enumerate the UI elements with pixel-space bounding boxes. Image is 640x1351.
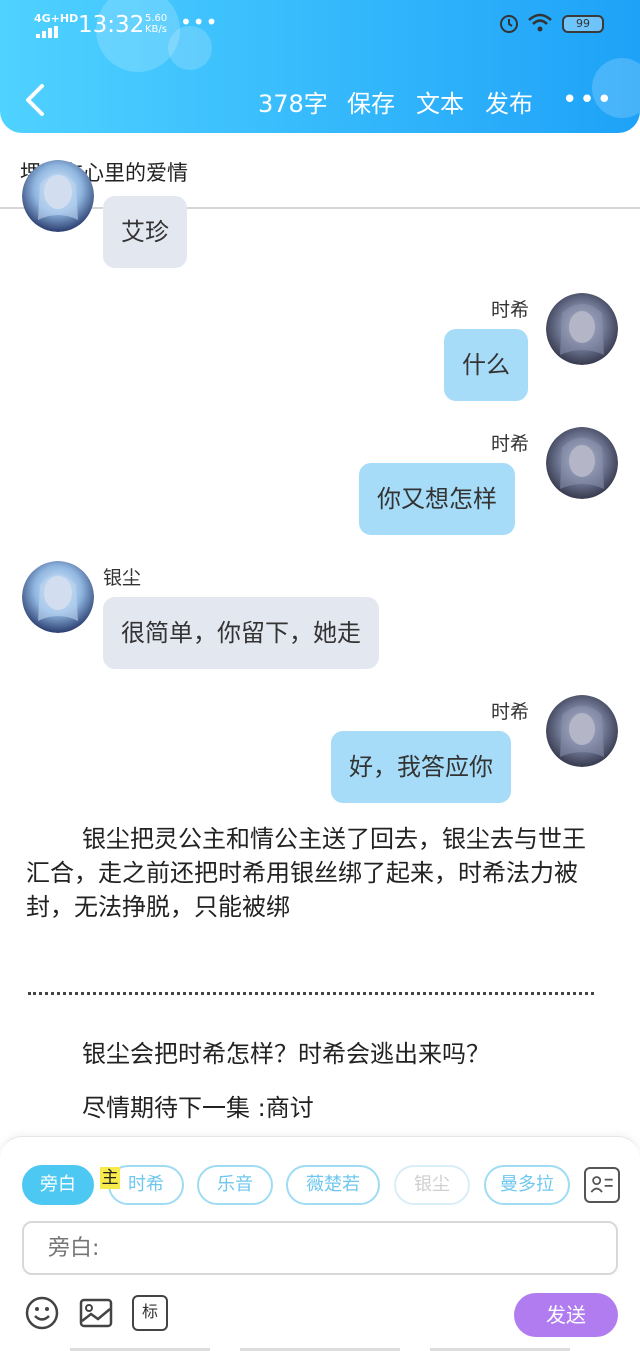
speaker-name: 银尘 <box>103 567 142 589</box>
message-bubble-right[interactable]: 好，我答应你 <box>331 731 511 803</box>
send-button[interactable]: 发送 <box>514 1293 618 1337</box>
wifi-icon <box>528 13 552 32</box>
save-button[interactable]: 保存 <box>347 84 395 119</box>
status-bar: 4G+HD 13:32 5.60 KB/s ••• 99 <box>0 10 640 44</box>
tag-button[interactable]: 标 <box>132 1295 168 1331</box>
speaker-name: 时希 <box>491 433 530 455</box>
alarm-icon <box>500 15 518 33</box>
message-bubble-left[interactable]: 很简单，你留下，她走 <box>103 597 379 669</box>
message-input[interactable] <box>22 1221 618 1275</box>
emoji-icon[interactable] <box>24 1295 60 1331</box>
separator-dotted <box>28 992 594 995</box>
speaker-name: 时希 <box>491 701 530 723</box>
avatar-shixi[interactable] <box>546 293 618 365</box>
publish-button[interactable]: 发布 <box>485 84 533 119</box>
speed-value: 5.60 <box>145 13 168 24</box>
closing-question[interactable]: 银尘会把时希怎样？时希会逃出来吗？ <box>82 1034 490 1069</box>
speaker-name: 时希 <box>491 299 530 321</box>
status-more: ••• <box>180 10 219 34</box>
text-button[interactable]: 文本 <box>416 84 464 119</box>
word-count: 378字 <box>258 90 328 118</box>
more-menu-icon[interactable]: ••• <box>562 85 614 115</box>
editor-toolbar: 378字 保存 文本 发布 ••• <box>0 80 640 120</box>
avatar-shixi[interactable] <box>546 427 618 499</box>
network-type: 4G+HD <box>34 12 79 25</box>
compose-panel: 旁白 时希 主 乐音 薇楚若 银尘 曼多拉 标 发送 <box>0 1136 640 1351</box>
battery-icon: 99 <box>562 15 604 33</box>
network-speed: 5.60 KB/s <box>145 13 167 35</box>
main-role-badge: 主 <box>100 1167 120 1189</box>
message-bubble-left[interactable]: 艾珍 <box>103 196 187 268</box>
narration-paragraph[interactable]: 银尘把灵公主和情公主送了回去，银尘去与世王汇合，走之前还把时希用银丝绑了起来，时… <box>26 822 601 924</box>
top-bar: 4G+HD 13:32 5.60 KB/s ••• 99 378字 保存 文本 … <box>0 0 640 133</box>
message-bubble-right[interactable]: 你又想怎样 <box>359 463 515 535</box>
speed-unit: KB/s <box>145 24 167 35</box>
role-list-icon[interactable] <box>584 1167 620 1203</box>
avatar-yinchen[interactable] <box>22 561 94 633</box>
signal-icon <box>36 26 58 38</box>
role-chip[interactable]: 乐音 <box>197 1165 273 1205</box>
role-chip[interactable]: 薇楚若 <box>286 1165 380 1205</box>
message-bubble-right[interactable]: 什么 <box>444 329 528 401</box>
document-title[interactable]: 埋藏在心里的爱情 <box>0 133 640 209</box>
avatar-shixi[interactable] <box>546 695 618 767</box>
back-arrow-icon[interactable] <box>22 82 48 118</box>
role-chip[interactable]: 银尘 <box>394 1165 470 1205</box>
role-chip-narration[interactable]: 旁白 <box>22 1165 94 1205</box>
avatar-yinchen[interactable] <box>22 160 94 232</box>
closing-teaser[interactable]: 尽情期待下一集 :商讨 <box>82 1088 314 1123</box>
image-icon[interactable] <box>78 1295 114 1331</box>
role-chip[interactable]: 曼多拉 <box>484 1165 570 1205</box>
status-time: 13:32 <box>78 12 145 38</box>
